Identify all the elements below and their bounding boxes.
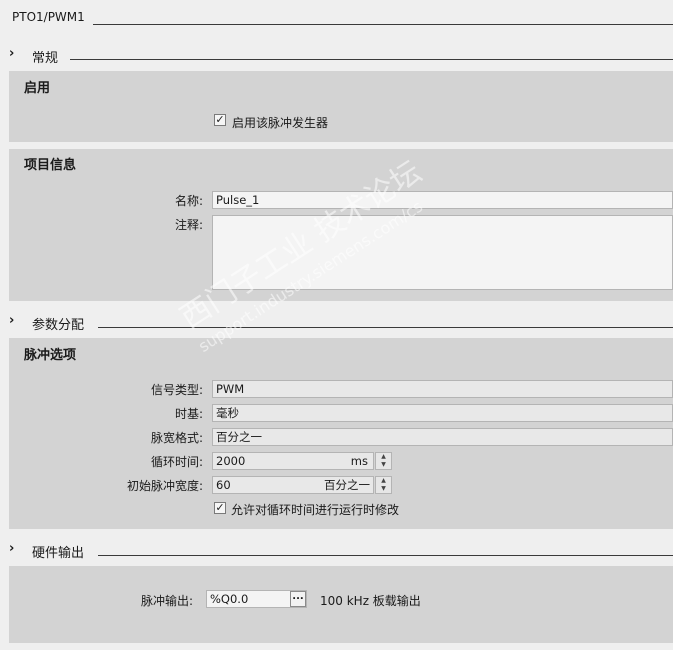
spin-down-icon[interactable]: ▼ — [376, 461, 391, 469]
initial-width-unit: 百分之一 — [324, 478, 370, 492]
initial-width-label: 初始脉冲宽度: — [126, 479, 203, 493]
section-params-header[interactable]: › 参数分配 — [0, 311, 673, 333]
hardware-output-panel: 脉冲输出: %Q0.0 ... 100 kHz 板载输出 — [9, 566, 673, 643]
initial-width-input[interactable]: 60 百分之一 — [212, 476, 374, 494]
timebase-label: 时基: — [174, 407, 203, 421]
name-input[interactable]: Pulse_1 — [212, 191, 673, 209]
section-rule — [98, 327, 673, 328]
initial-width-value: 60 — [216, 478, 231, 492]
pulse-format-label: 脉宽格式: — [150, 431, 203, 445]
pulse-options-panel: 脉冲选项 信号类型: PWM 时基: 毫秒 脉宽格式: 百分之一 循环时间: 2… — [9, 338, 673, 529]
chevron-right-icon: › — [9, 541, 15, 556]
cycle-time-value: 2000 — [216, 454, 246, 468]
pulse-options-title: 脉冲选项 — [24, 348, 77, 363]
spin-up-icon[interactable]: ▲ — [376, 477, 391, 485]
section-hardware-label: 硬件输出 — [32, 546, 85, 561]
pulse-output-value: %Q0.0 — [210, 592, 249, 606]
project-info-title: 项目信息 — [24, 158, 77, 173]
cycle-time-unit: ms — [350, 454, 368, 468]
spin-up-icon[interactable]: ▲ — [376, 453, 391, 461]
initial-width-spinner[interactable]: ▲ ▼ — [375, 476, 392, 494]
title-rule — [93, 24, 673, 25]
enable-checkbox-label: 启用该脉冲发生器 — [232, 116, 329, 130]
enable-title: 启用 — [24, 81, 51, 96]
section-rule — [70, 59, 673, 60]
section-params-label: 参数分配 — [32, 318, 85, 333]
section-hardware-header[interactable]: › 硬件输出 — [0, 539, 673, 561]
section-rule — [98, 555, 673, 556]
enable-checkbox[interactable]: ✓ — [214, 114, 226, 126]
runtime-mod-label: 允许对循环时间进行运行时修改 — [231, 503, 400, 517]
pulse-format-select[interactable]: 百分之一 — [212, 428, 673, 446]
spin-down-icon[interactable]: ▼ — [376, 485, 391, 493]
comment-label: 注释: — [174, 218, 203, 232]
cycle-time-label: 循环时间: — [150, 455, 203, 469]
cycle-time-spinner[interactable]: ▲ ▼ — [375, 452, 392, 470]
output-description: 100 kHz 板载输出 — [320, 594, 421, 608]
name-label: 名称: — [174, 194, 203, 208]
chevron-right-icon: › — [9, 313, 15, 328]
section-general-label: 常规 — [32, 51, 59, 66]
pulse-output-label: 脉冲输出: — [140, 594, 193, 608]
signal-type-label: 信号类型: — [150, 383, 203, 397]
runtime-mod-checkbox[interactable]: ✓ — [214, 502, 226, 514]
timebase-select[interactable]: 毫秒 — [212, 404, 673, 422]
page-title: PTO1/PWM1 — [12, 10, 85, 24]
chevron-right-icon: › — [9, 46, 15, 61]
browse-button[interactable]: ... — [290, 591, 306, 607]
enable-panel: 启用 ✓ 启用该脉冲发生器 — [9, 71, 673, 142]
signal-type-select[interactable]: PWM — [212, 380, 673, 398]
section-general-header[interactable]: › 常规 — [0, 44, 673, 66]
cycle-time-input[interactable]: 2000 ms — [212, 452, 374, 470]
